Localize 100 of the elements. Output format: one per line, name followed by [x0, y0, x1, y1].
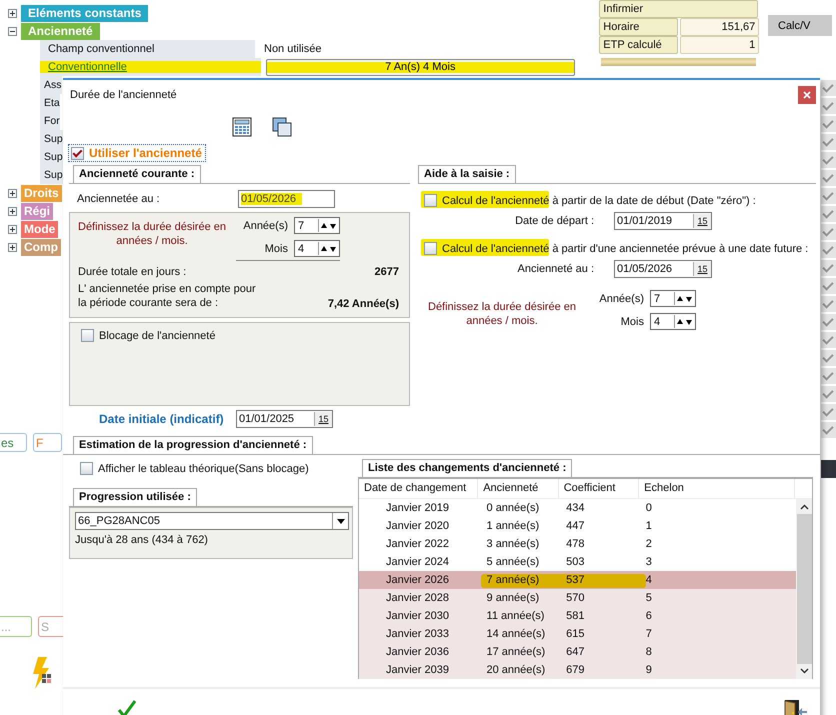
checkbox[interactable] [821, 152, 836, 168]
checkmark-icon[interactable] [117, 699, 137, 715]
list-row[interactable]: Janvier 2039 20 année(s) 679 9 [359, 661, 796, 679]
table-cell-text: 447 [565, 520, 586, 532]
checkbox[interactable] [71, 146, 84, 160]
table-cell-text: 615 [565, 628, 586, 640]
info-value: 151,67 [680, 18, 760, 36]
table-cell-text: Janvier 2020 [385, 520, 450, 532]
checkbox[interactable] [424, 242, 437, 255]
expand-toggle-icon[interactable] [8, 242, 17, 252]
checkbox[interactable] [821, 404, 836, 420]
list-row[interactable]: Janvier 2024 5 année(s) 503 3 [359, 553, 796, 571]
column-header[interactable]: Ancienneté [478, 479, 559, 498]
table-cell-text: Janvier 2039 [385, 664, 450, 676]
expand-toggle-icon[interactable] [8, 188, 17, 198]
expand-toggle-icon[interactable] [8, 26, 17, 36]
calendar-button[interactable]: 15 [693, 214, 711, 228]
list-row[interactable]: Janvier 2028 9 année(s) 570 5 [359, 589, 796, 607]
property-label: Sup [40, 148, 63, 166]
checkbox[interactable] [821, 80, 836, 96]
list-row[interactable]: Janvier 2026 7 année(s) 537 4 [359, 571, 796, 589]
spinner-arrows-icon[interactable] [318, 219, 338, 232]
date-field[interactable]: 01/05/2026 [238, 190, 335, 208]
expand-toggle-icon[interactable] [8, 206, 17, 216]
checkbox[interactable] [821, 278, 836, 294]
close-button[interactable] [798, 86, 816, 104]
property-label[interactable]: Conventionnelle [40, 58, 261, 76]
checkbox[interactable] [821, 224, 836, 240]
expand-toggle-icon[interactable] [8, 8, 17, 18]
checkbox[interactable] [821, 314, 836, 330]
property-label: Champ conventionnel [40, 40, 255, 58]
list-row[interactable]: Janvier 2020 1 année(s) 447 1 [359, 517, 796, 535]
checkbox[interactable] [821, 134, 836, 150]
table-cell-text: Janvier 2019 [385, 502, 450, 514]
spinner-arrows-icon[interactable] [318, 242, 338, 255]
table-cell-text: 5 année(s) [486, 556, 540, 568]
calendar-button[interactable]: 15 [693, 262, 711, 276]
property-value: Non utilisée [263, 43, 322, 55]
expand-toggle-icon[interactable] [8, 224, 17, 234]
checkbox[interactable] [81, 329, 94, 342]
checkbox[interactable] [821, 170, 836, 186]
column-header[interactable]: Coefficient [558, 479, 640, 498]
column-header[interactable]: Date de changement [359, 479, 478, 498]
list-row[interactable]: Janvier 2033 14 année(s) 615 7 [359, 625, 796, 643]
field-label: Date initiale (indicatif) [98, 412, 225, 426]
list-row[interactable]: Janvier 2019 0 année(s) 434 0 [359, 499, 796, 517]
checkbox[interactable] [821, 260, 836, 276]
table-cell-text: 7 année(s) [486, 574, 540, 586]
checkbox[interactable] [821, 296, 836, 312]
spinner-field[interactable]: 7 [294, 217, 340, 234]
list-row[interactable]: Janvier 2022 3 année(s) 478 2 [359, 535, 796, 553]
hint-text: Définissez la durée désirée en années / mois. [428, 300, 576, 329]
checkbox-label[interactable]: Afficher le tableau théorique(Sans blocage) [98, 462, 309, 474]
calculator-icon[interactable] [232, 117, 252, 137]
spinner-field[interactable]: 4 [294, 240, 340, 257]
checkbox-label[interactable]: Calcul de l'ancienneté à partir d'une anciennetée prévue à une date future : [442, 242, 808, 254]
lightning-icon[interactable] [30, 657, 52, 689]
table-cell-text: 570 [565, 592, 586, 604]
table-cell-text: 9 [644, 664, 653, 676]
total-value: 2677 [374, 266, 399, 278]
list-row[interactable]: Janvier 2030 11 année(s) 581 6 [359, 607, 796, 625]
checkbox[interactable] [80, 462, 93, 475]
chevron-down-icon[interactable] [800, 668, 808, 674]
date-field[interactable]: 01/05/2026 15 [614, 260, 712, 278]
date-field[interactable]: 01/01/2019 15 [614, 212, 712, 230]
list-row[interactable]: Janvier 2036 17 année(s) 647 8 [359, 643, 796, 661]
spinner-field[interactable]: 4 [650, 313, 696, 330]
scrollbar[interactable] [796, 499, 812, 679]
checkbox-label[interactable]: Blocage de l'ancienneté [99, 330, 216, 342]
calc-button[interactable]: Calc/V [768, 15, 832, 36]
spinner-arrows-icon[interactable] [674, 292, 694, 305]
checkbox[interactable] [424, 194, 437, 207]
checkbox[interactable] [821, 332, 836, 348]
taken-value: 7,42 Année(s) [328, 298, 399, 310]
checkbox[interactable] [821, 368, 836, 384]
table-cell-text: 0 année(s) [486, 502, 540, 514]
table-cell-text: 1 année(s) [486, 520, 540, 532]
chevron-up-icon[interactable] [800, 504, 808, 510]
info-label: ETP calculé [599, 36, 678, 54]
checkbox[interactable] [821, 98, 836, 114]
windows-icon[interactable] [272, 117, 292, 137]
spinner-arrows-icon[interactable] [674, 315, 694, 328]
checkbox[interactable] [821, 422, 836, 438]
date-field[interactable]: 01/01/2025 15 [236, 410, 333, 428]
calendar-button[interactable]: 15 [314, 412, 332, 426]
table-cell-text: 679 [565, 664, 586, 676]
property-label: For [40, 112, 60, 130]
checkbox[interactable] [821, 386, 836, 402]
checkbox[interactable] [821, 188, 836, 204]
checkbox[interactable] [821, 206, 836, 222]
table-cell-text: 9 année(s) [486, 592, 540, 604]
checkbox[interactable] [821, 350, 836, 366]
column-header[interactable]: Echelon [639, 479, 796, 498]
duration-button[interactable]: 7 An(s) 4 Mois [266, 58, 575, 76]
checkbox-label[interactable]: Calcul de l'ancienneté à partir de la date de début (Date "zéro") : [442, 194, 756, 206]
tab-button[interactable]: es [0, 433, 27, 452]
checkbox[interactable] [821, 242, 836, 258]
checkbox[interactable] [821, 116, 836, 132]
spinner-field[interactable]: 7 [650, 290, 696, 307]
progression-dropdown[interactable]: 66_PG28ANC05 [75, 512, 349, 530]
